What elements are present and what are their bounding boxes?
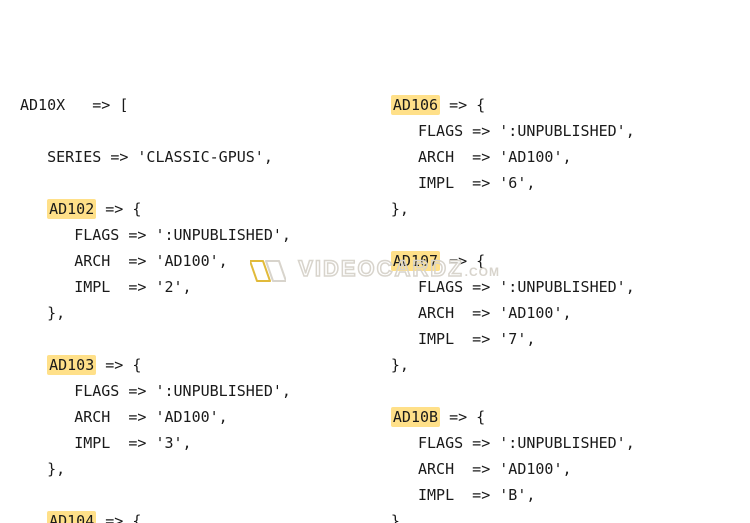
code-columns: AD10X => [ SERIES => 'CLASSIC-GPUS', AD1… [20,92,746,523]
root-key: AD10X [20,96,65,114]
arrow: => [449,408,467,426]
arrow: => [128,434,146,452]
arrow: => [472,330,490,348]
series-key: SERIES [47,148,101,166]
arch-value: 'AD100', [499,304,571,322]
brace-close: }, [391,200,409,218]
arrow: => [472,122,490,140]
arrow: => [92,96,110,114]
arrow: => [105,356,123,374]
brace-open: { [476,96,485,114]
arrow: => [105,200,123,218]
series-value: 'CLASSIC-GPUS', [137,148,272,166]
impl-value: '3', [155,434,191,452]
brace-open: { [476,252,485,270]
flags-key: FLAGS [418,434,463,452]
bracket-open: [ [119,96,128,114]
arrow: => [128,252,146,270]
arch-value: 'AD100', [155,252,227,270]
brace-close: }, [47,460,65,478]
arrow: => [449,252,467,270]
code-column-right: AD106 => { FLAGS => ':UNPUBLISHED', ARCH… [391,92,746,523]
arrow: => [472,278,490,296]
flags-key: FLAGS [418,278,463,296]
arrow: => [110,148,128,166]
arrow: => [472,434,490,452]
arrow: => [128,226,146,244]
flags-key: FLAGS [418,122,463,140]
arch-key: ARCH [418,148,454,166]
impl-value: 'B', [499,486,535,504]
impl-key: IMPL [418,486,454,504]
gpu-key-ad104: AD104 [47,511,96,523]
gpu-key-ad102: AD102 [47,199,96,219]
impl-value: '2', [155,278,191,296]
flags-value: ':UNPUBLISHED', [155,382,290,400]
arrow: => [472,304,490,322]
brace-open: { [476,408,485,426]
arrow: => [105,512,123,523]
gpu-key-ad10b: AD10B [391,407,440,427]
arrow: => [128,382,146,400]
flags-value: ':UNPUBLISHED', [155,226,290,244]
brace-open: { [132,512,141,523]
flags-value: ':UNPUBLISHED', [499,122,634,140]
impl-key: IMPL [74,434,110,452]
arch-key: ARCH [74,252,110,270]
arch-key: ARCH [418,460,454,478]
arrow: => [128,278,146,296]
gpu-key-ad106: AD106 [391,95,440,115]
arch-key: ARCH [418,304,454,322]
arch-value: 'AD100', [499,460,571,478]
gpu-key-ad103: AD103 [47,355,96,375]
arch-value: 'AD100', [499,148,571,166]
arrow: => [472,486,490,504]
arrow: => [128,408,146,426]
flags-key: FLAGS [74,226,119,244]
flags-key: FLAGS [74,382,119,400]
arrow: => [449,96,467,114]
arch-key: ARCH [74,408,110,426]
arrow: => [472,174,490,192]
flags-value: ':UNPUBLISHED', [499,278,634,296]
brace-close: }, [391,356,409,374]
impl-key: IMPL [418,174,454,192]
impl-value: '6', [499,174,535,192]
brace-close: }, [391,512,409,523]
brace-close: }, [47,304,65,322]
brace-open: { [132,356,141,374]
arch-value: 'AD100', [155,408,227,426]
impl-key: IMPL [74,278,110,296]
code-column-left: AD10X => [ SERIES => 'CLASSIC-GPUS', AD1… [20,92,391,523]
arrow: => [472,460,490,478]
gpu-key-ad107: AD107 [391,251,440,271]
code-screenshot: AD10X => [ SERIES => 'CLASSIC-GPUS', AD1… [0,0,750,523]
impl-key: IMPL [418,330,454,348]
arrow: => [472,148,490,166]
brace-open: { [132,200,141,218]
impl-value: '7', [499,330,535,348]
flags-value: ':UNPUBLISHED', [499,434,634,452]
